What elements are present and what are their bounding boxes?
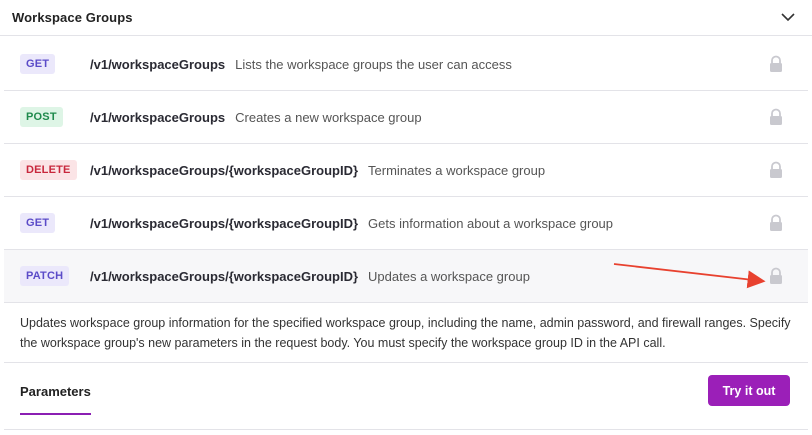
try-it-out-button[interactable]: Try it out xyxy=(708,375,790,406)
tab-parameters[interactable]: Parameters xyxy=(20,384,91,415)
endpoint-path: /v1/workspaceGroups/{workspaceGroupID} xyxy=(90,268,359,284)
operations-list: GET /v1/workspaceGroups Lists the worksp… xyxy=(4,38,808,303)
endpoint-path: /v1/workspaceGroups xyxy=(90,56,226,72)
chevron-down-icon[interactable] xyxy=(776,6,800,30)
endpoint-path: /v1/workspaceGroups xyxy=(90,109,226,125)
operation-row[interactable]: GET /v1/workspaceGroups/{workspaceGroupI… xyxy=(4,197,808,250)
lock-icon[interactable] xyxy=(768,267,784,285)
endpoint-description: Gets information about a workspace group xyxy=(368,215,614,231)
operation-row-expanded[interactable]: PATCH /v1/workspaceGroups/{workspaceGrou… xyxy=(4,250,808,303)
method-badge: PATCH xyxy=(20,266,70,286)
operation-details: Updates workspace group information for … xyxy=(4,297,808,363)
endpoint-path: /v1/workspaceGroups/{workspaceGroupID} xyxy=(90,215,359,231)
lock-icon[interactable] xyxy=(768,108,784,126)
operation-row[interactable]: DELETE /v1/workspaceGroups/{workspaceGro… xyxy=(4,144,808,197)
section-header[interactable]: Workspace Groups xyxy=(0,0,812,36)
endpoint-description: Creates a new workspace group xyxy=(235,109,422,125)
method-badge: GET xyxy=(20,213,56,233)
operation-row[interactable]: POST /v1/workspaceGroups Creates a new w… xyxy=(4,91,808,144)
lock-icon[interactable] xyxy=(768,55,784,73)
endpoint-description: Updates a workspace group xyxy=(368,268,530,284)
lock-icon[interactable] xyxy=(768,214,784,232)
section-title: Workspace Groups xyxy=(12,10,133,25)
endpoint-path: /v1/workspaceGroups/{workspaceGroupID} xyxy=(90,162,359,178)
endpoint-description: Lists the workspace groups the user can … xyxy=(235,56,512,72)
parameters-bar: Parameters Try it out xyxy=(4,364,808,430)
method-badge: GET xyxy=(20,54,56,74)
lock-icon[interactable] xyxy=(768,161,784,179)
method-badge: DELETE xyxy=(20,160,77,180)
operation-row[interactable]: GET /v1/workspaceGroups Lists the worksp… xyxy=(4,38,808,91)
method-badge: POST xyxy=(20,107,63,127)
endpoint-description: Terminates a workspace group xyxy=(368,162,546,178)
